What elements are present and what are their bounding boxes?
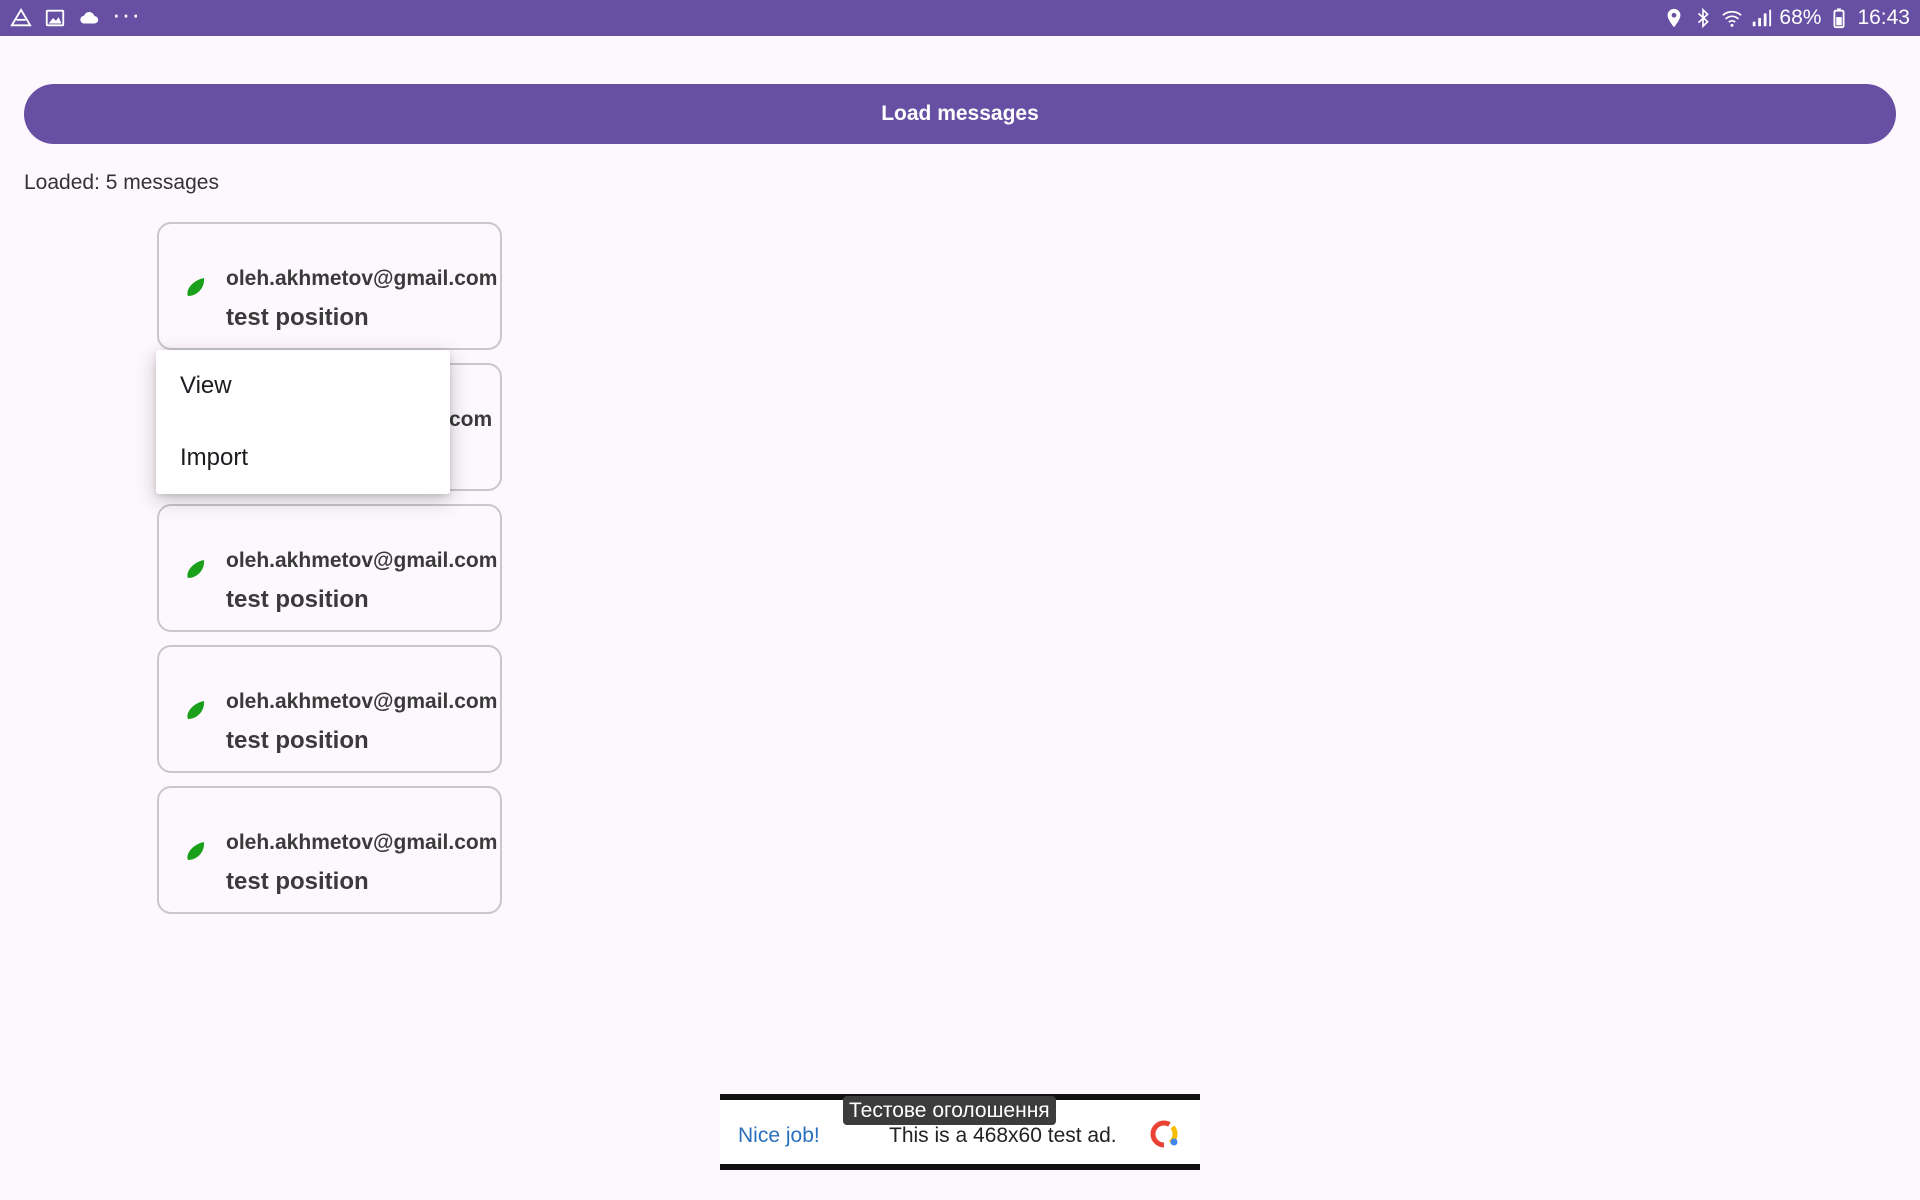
battery-icon bbox=[1828, 7, 1850, 29]
ad-nice-text: Nice job! bbox=[738, 1124, 820, 1147]
signal-icon bbox=[1750, 7, 1772, 29]
message-title: test position bbox=[226, 304, 369, 331]
green-leaf-icon bbox=[183, 838, 209, 866]
clock: 16:43 bbox=[1857, 6, 1910, 29]
ad-logo-icon bbox=[1148, 1118, 1180, 1150]
message-email: com bbox=[449, 408, 493, 431]
message-card[interactable]: oleh.akhmetov@gmail.com test position bbox=[157, 222, 502, 350]
location-icon bbox=[1663, 7, 1685, 29]
load-messages-button[interactable]: Load messages bbox=[24, 84, 1896, 144]
menu-item-view[interactable]: View bbox=[156, 350, 450, 422]
status-bar-right: 68% 16:43 bbox=[1663, 0, 1910, 36]
green-leaf-icon bbox=[183, 556, 209, 584]
drive-icon bbox=[10, 7, 32, 29]
context-menu: View Import bbox=[156, 350, 450, 494]
message-email: oleh.akhmetov@gmail.com bbox=[226, 831, 498, 854]
green-leaf-icon bbox=[183, 697, 209, 725]
message-card[interactable]: oleh.akhmetov@gmail.com test position bbox=[157, 786, 502, 914]
message-email: oleh.akhmetov@gmail.com bbox=[226, 267, 498, 290]
message-title: test position bbox=[226, 727, 369, 754]
green-leaf-icon bbox=[183, 274, 209, 302]
more-dots-icon: ··· bbox=[112, 0, 141, 29]
image-icon bbox=[44, 7, 66, 29]
status-bar-left: ··· bbox=[10, 0, 141, 36]
status-bar: ··· 68% 16:43 bbox=[0, 0, 1920, 36]
ad-body-text: This is a 468x60 test ad. bbox=[889, 1124, 1117, 1147]
message-card[interactable]: oleh.akhmetov@gmail.com test position bbox=[157, 504, 502, 632]
battery-percent: 68% bbox=[1779, 6, 1822, 29]
loaded-count-text: Loaded: 5 messages bbox=[24, 171, 219, 194]
bluetooth-icon bbox=[1692, 7, 1714, 29]
message-email: oleh.akhmetov@gmail.com bbox=[226, 690, 498, 713]
message-card[interactable]: oleh.akhmetov@gmail.com test position bbox=[157, 645, 502, 773]
message-title: test position bbox=[226, 868, 369, 895]
test-ad-label: Тестове оголошення bbox=[843, 1096, 1056, 1125]
wifi-icon bbox=[1721, 7, 1743, 29]
message-title: test position bbox=[226, 586, 369, 613]
message-email: oleh.akhmetov@gmail.com bbox=[226, 549, 498, 572]
menu-item-import[interactable]: Import bbox=[156, 422, 450, 494]
cloud-icon bbox=[78, 7, 100, 29]
